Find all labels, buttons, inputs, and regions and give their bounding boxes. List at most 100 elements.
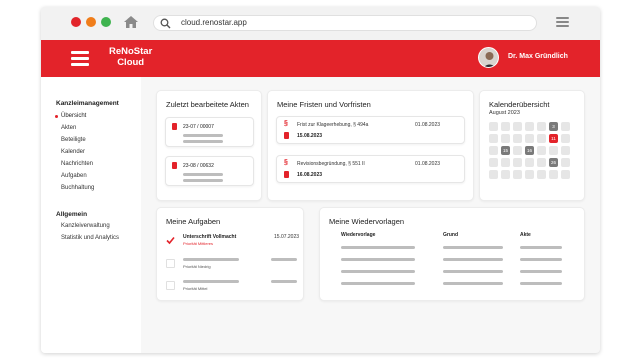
address-bar[interactable]: cloud.renostar.app	[153, 15, 537, 31]
calendar-day[interactable]	[549, 146, 558, 155]
deadline-label: Revisionsbegründung, § 551 II	[297, 161, 365, 167]
calendar-day[interactable]	[549, 170, 558, 179]
deadline-item[interactable]: § Frist zur Klageerhebung, § 494a 01.08.…	[276, 116, 465, 144]
file-item[interactable]: 23-07 / 00007	[165, 117, 254, 147]
calendar-day[interactable]	[501, 122, 510, 131]
user-photo-icon	[479, 48, 498, 67]
placeholder-line	[443, 282, 503, 285]
task-priority: Priorität Mittel	[183, 286, 208, 291]
browser-menu-icon[interactable]	[556, 17, 569, 28]
checkmark-icon[interactable]	[166, 236, 175, 245]
placeholder-line	[183, 179, 223, 182]
user-avatar[interactable]	[478, 47, 499, 68]
calendar-day[interactable]	[525, 158, 534, 167]
placeholder-line	[341, 270, 415, 273]
column-header: Akte	[520, 232, 531, 238]
calendar-day[interactable]	[537, 158, 546, 167]
deadline-due-date: 15.08.2023	[297, 133, 323, 139]
brand-logo[interactable]: ReNoStar Cloud	[109, 46, 152, 68]
file-item[interactable]: 23-08 / 00632	[165, 156, 254, 186]
app-header: ReNoStar Cloud Dr. Max Gründlich	[41, 40, 600, 77]
sidebar-item-statistik[interactable]: Statistik und Analytics	[61, 235, 119, 241]
calendar-day[interactable]	[537, 170, 546, 179]
placeholder-line	[443, 270, 503, 273]
file-number: 23-07 / 00007	[183, 124, 214, 130]
calendar-day[interactable]	[501, 158, 510, 167]
calendar-card: Kalenderübersicht August 2023 3 11 15 16 26	[479, 90, 585, 201]
follow-ups-card: Meine Wiedervorlagen Wiedervorlage Grund…	[319, 207, 585, 301]
close-window-button[interactable]	[71, 17, 81, 27]
calendar-day[interactable]: 3	[549, 122, 558, 131]
placeholder-line	[183, 280, 239, 283]
task-checkbox[interactable]	[166, 281, 175, 290]
maximize-window-button[interactable]	[101, 17, 111, 27]
placeholder-line	[520, 270, 562, 273]
deadline-date: 01.08.2023	[415, 161, 441, 167]
calendar-day[interactable]: 16	[525, 146, 534, 155]
task-title[interactable]: Unterschrift Vollmacht	[183, 234, 236, 240]
task-checkbox[interactable]	[166, 259, 175, 268]
calendar-day[interactable]	[537, 146, 546, 155]
calendar-day[interactable]: 11	[549, 134, 558, 143]
search-icon	[160, 18, 171, 29]
placeholder-line	[520, 258, 562, 261]
calendar-day[interactable]	[513, 170, 522, 179]
placeholder-line	[341, 258, 415, 261]
minimize-window-button[interactable]	[86, 17, 96, 27]
calendar-day[interactable]	[561, 134, 570, 143]
calendar-day[interactable]	[501, 170, 510, 179]
calendar-day[interactable]	[501, 134, 510, 143]
placeholder-line	[183, 173, 223, 176]
calendar-icon	[284, 132, 289, 139]
calendar-day[interactable]	[561, 122, 570, 131]
sidebar-item-uebersicht[interactable]: Übersicht	[55, 113, 86, 119]
deadline-due-date: 16.08.2023	[297, 172, 323, 178]
calendar-day[interactable]	[489, 170, 498, 179]
placeholder-line	[443, 258, 503, 261]
deadline-item[interactable]: § Revisionsbegründung, § 551 II 01.08.20…	[276, 155, 465, 183]
calendar-day[interactable]	[561, 146, 570, 155]
placeholder-line	[183, 258, 239, 261]
calendar-day[interactable]	[525, 134, 534, 143]
calendar-title: Kalenderübersicht	[489, 100, 550, 109]
calendar-day[interactable]	[561, 158, 570, 167]
task-date: 15.07.2023	[274, 234, 300, 240]
sidebar-section-allgemein: Allgemein	[56, 211, 88, 218]
calendar-day[interactable]	[513, 134, 522, 143]
calendar-day[interactable]	[513, 158, 522, 167]
browser-chrome: cloud.renostar.app	[41, 7, 600, 40]
deadline-label: Frist zur Klageerhebung, § 494a	[297, 122, 369, 128]
active-indicator	[55, 115, 58, 118]
brand-subtitle: Cloud	[117, 57, 145, 68]
sidebar-item-nachrichten[interactable]: Nachrichten	[61, 161, 93, 167]
calendar-day[interactable]	[537, 134, 546, 143]
calendar-day[interactable]: 15	[501, 146, 510, 155]
placeholder-line	[520, 246, 562, 249]
calendar-day[interactable]	[489, 122, 498, 131]
calendar-day[interactable]	[489, 158, 498, 167]
placeholder-line	[183, 140, 223, 143]
calendar-day[interactable]	[513, 146, 522, 155]
placeholder-line	[443, 246, 503, 249]
calendar-day[interactable]	[489, 146, 498, 155]
sidebar-item-kanzleiverwaltung[interactable]: Kanzleiverwaltung	[61, 223, 110, 229]
calendar-day[interactable]	[489, 134, 498, 143]
home-icon[interactable]	[123, 15, 139, 29]
calendar-day[interactable]	[561, 170, 570, 179]
sidebar-item-aufgaben[interactable]: Aufgaben	[61, 173, 87, 179]
placeholder-line	[341, 282, 415, 285]
calendar-day[interactable]	[513, 122, 522, 131]
calendar-day[interactable]: 26	[549, 158, 558, 167]
sidebar-item-beteiligte[interactable]: Beteiligte	[61, 137, 86, 143]
calendar-day[interactable]	[537, 122, 546, 131]
deadline-date: 01.08.2023	[415, 122, 441, 128]
hamburger-menu-icon[interactable]	[71, 51, 89, 66]
calendar-day[interactable]	[525, 122, 534, 131]
user-name[interactable]: Dr. Max Gründlich	[508, 53, 568, 60]
sidebar-item-akten[interactable]: Akten	[61, 125, 76, 131]
calendar-day[interactable]	[525, 170, 534, 179]
sidebar-item-buchhaltung[interactable]: Buchhaltung	[61, 185, 94, 191]
paragraph-icon: §	[284, 159, 288, 166]
follow-ups-title: Meine Wiedervorlagen	[329, 217, 405, 226]
sidebar-item-kalender[interactable]: Kalender	[61, 149, 85, 155]
